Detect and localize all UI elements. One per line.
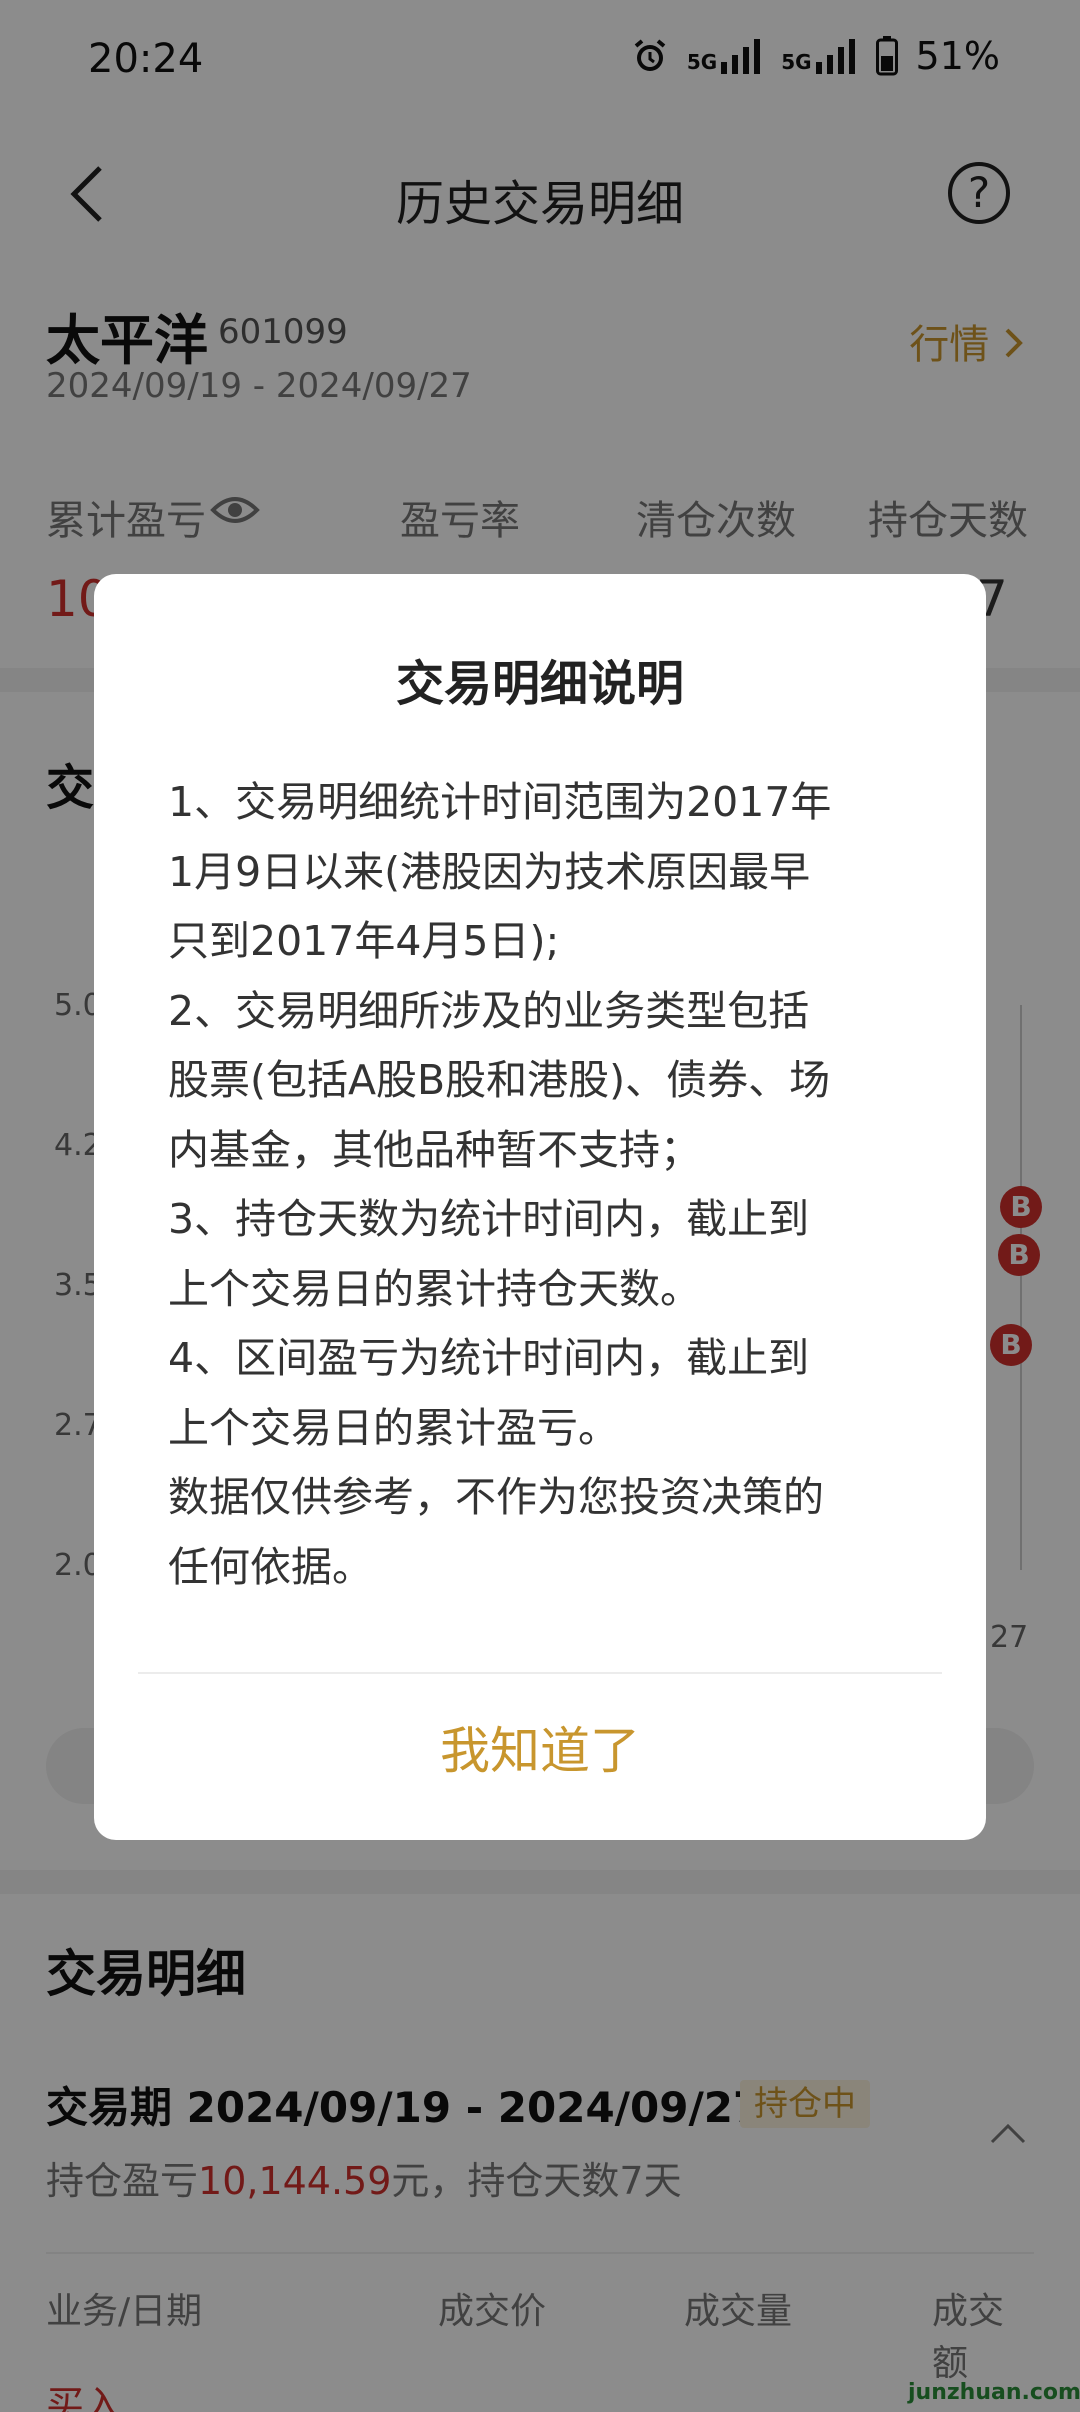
dialog-line: 只到2017年4月5日); bbox=[168, 917, 560, 965]
dialog-line: 4、区间盈亏为统计时间内，截止到 bbox=[168, 1334, 810, 1382]
dialog-title: 交易明细说明 bbox=[395, 656, 684, 712]
dialog-line: 上个交易日的累计持仓天数。 bbox=[168, 1264, 701, 1313]
confirm-button[interactable]: 我知道了 bbox=[94, 1696, 986, 1806]
dialog-divider bbox=[138, 1672, 942, 1674]
dialog-line: 2、交易明细所涉及的业务类型包括 bbox=[168, 986, 810, 1035]
dialog-line: 上个交易日的累计盈亏。 bbox=[168, 1403, 619, 1452]
dialog-line: 1、交易明细统计时间范围为2017年 bbox=[168, 778, 832, 826]
dialog-line: 任何依据。 bbox=[168, 1542, 373, 1591]
dialog-line: 3、持仓天数为统计时间内，截止到 bbox=[168, 1195, 810, 1243]
dialog-line: 1月9日以来(港股因为技术原因最早 bbox=[168, 847, 811, 896]
dialog-body: 1、交易明细统计时间范围为2017年 1月9日以来(港股因为技术原因最早 只到2… bbox=[168, 768, 928, 1602]
info-dialog: 交易明细说明 1、交易明细统计时间范围为2017年 1月9日以来(港股因为技术原… bbox=[94, 574, 986, 1840]
dialog-line: 股票(包括A股B股和港股)、债券、场 bbox=[168, 1056, 831, 1104]
dialog-line: 内基金，其他品种暂不支持； bbox=[168, 1125, 701, 1174]
dialog-line: 数据仅供参考，不作为您投资决策的 bbox=[168, 1473, 824, 1521]
